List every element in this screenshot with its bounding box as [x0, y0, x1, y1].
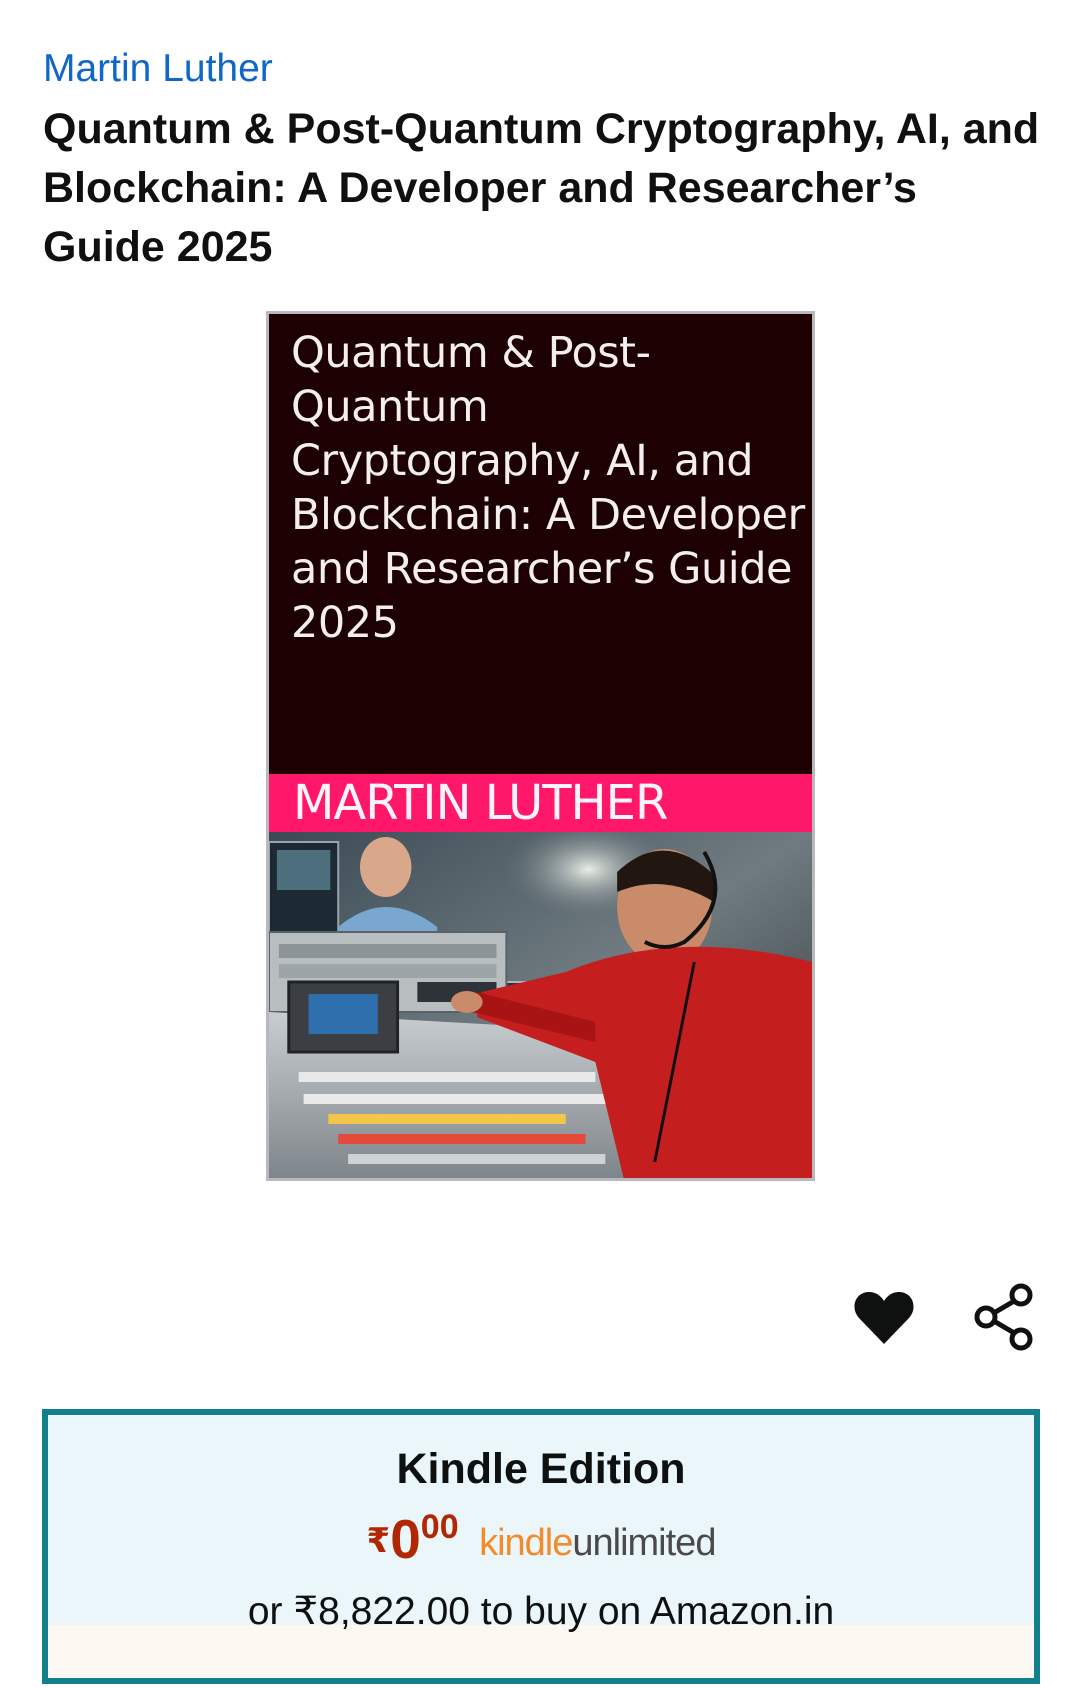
book-title: Quantum & Post-Quantum Cryptography, AI,… [43, 105, 1040, 271]
share-button[interactable] [970, 1282, 1040, 1352]
price-row: ₹000 kindleunlimited [48, 1507, 1034, 1571]
share-icon [974, 1283, 1033, 1351]
book-cover-image[interactable]: Quantum & Post- Quantum Cryptography, AI… [266, 311, 815, 1181]
buy-price-text: or ₹8,822.00 to buy on Amazon.in [247, 1590, 835, 1633]
product-page: Martin Luther Quantum & Post-Quantum Cry… [0, 0, 1080, 1688]
cover-title-line: Quantum [291, 382, 489, 432]
price: ₹000 [367, 1507, 459, 1571]
cover-title-line: and Researcher’s Guide [291, 544, 792, 594]
cover-author-band: MARTIN LUTHER [269, 774, 812, 832]
price-whole: 0 [390, 1508, 421, 1570]
cover-photo-control-room [269, 832, 812, 1178]
cover-title-line: Quantum & Post- [291, 328, 651, 378]
kindle-unlimited-logo-kindle: kindle [479, 1522, 573, 1564]
author-link[interactable]: Martin Luther [43, 46, 273, 93]
cover-title-panel: Quantum & Post- Quantum Cryptography, AI… [269, 314, 812, 774]
kindle-edition-offer[interactable]: Kindle Edition ₹000 kindleunlimited or ₹… [42, 1409, 1040, 1684]
product-actions [0, 1282, 1080, 1352]
kindle-unlimited-logo-unlimited: unlimited [572, 1522, 716, 1564]
edition-label: Kindle Edition [396, 1445, 686, 1493]
price-symbol: ₹ [366, 1522, 391, 1560]
cover-author: MARTIN LUTHER [293, 775, 668, 831]
kindle-unlimited-logo: kindleunlimited [479, 1511, 716, 1575]
heart-icon [854, 1292, 914, 1344]
wishlist-button[interactable] [849, 1282, 919, 1352]
cover-title-line: Cryptography, AI, and [291, 436, 754, 486]
price-fraction: 00 [420, 1508, 459, 1546]
cover-title-line: 2025 [291, 598, 399, 648]
cover-title-line: Blockchain: A Developer [291, 490, 805, 540]
cover-title: Quantum & Post- Quantum Cryptography, AI… [291, 326, 811, 650]
